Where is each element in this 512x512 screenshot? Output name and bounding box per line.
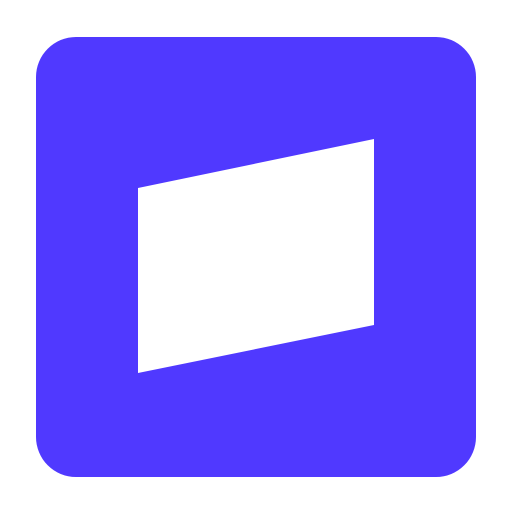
icon-canvas	[0, 0, 512, 512]
app-logo-icon	[36, 37, 476, 477]
app-logo-graphic	[36, 37, 476, 477]
